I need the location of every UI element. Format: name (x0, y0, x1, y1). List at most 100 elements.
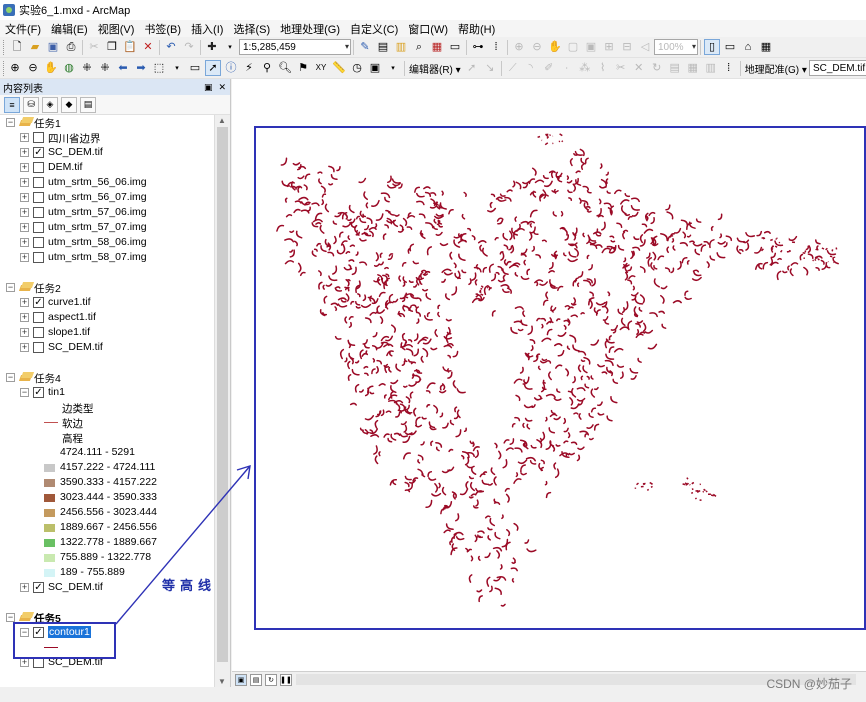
layer-name[interactable]: utm_srtm_58_07.img (48, 251, 147, 263)
layer-name[interactable]: DEM.tif (48, 161, 82, 173)
delete-icon[interactable]: ✕ (140, 39, 156, 55)
expand-icon[interactable]: + (20, 163, 29, 172)
collapse-icon[interactable]: − (6, 118, 15, 127)
menu-file[interactable]: 文件(F) (0, 21, 46, 37)
new-document-icon[interactable]: 🗋 (9, 39, 25, 55)
toc-layer-row[interactable]: − ✓ tin1 (0, 385, 214, 400)
expand-icon[interactable]: + (20, 223, 29, 232)
toc-layer-row[interactable]: + utm_srtm_57_07.img (0, 220, 214, 235)
expand-icon[interactable]: + (20, 133, 29, 142)
layer-name[interactable]: utm_srtm_56_07.img (48, 191, 147, 203)
group-name[interactable]: 任务2 (34, 281, 61, 296)
layer-visibility-checkbox[interactable] (33, 327, 44, 338)
split-icon[interactable]: ✕ (631, 60, 647, 76)
layer-visibility-checkbox[interactable] (33, 207, 44, 218)
select-features-icon[interactable]: ⬚ (151, 60, 167, 76)
collapse-icon[interactable]: − (6, 373, 15, 382)
attributes-icon[interactable]: ▤ (667, 60, 683, 76)
go-forward-icon[interactable]: ➡ (133, 60, 149, 76)
identify-icon[interactable]: ⓘ (223, 60, 239, 76)
toc-layer-row[interactable]: + slope1.tif (0, 325, 214, 340)
menu-help[interactable]: 帮助(H) (453, 21, 500, 37)
time-slider-icon[interactable]: ◷ (349, 60, 365, 76)
go-to-xy-icon[interactable]: XY (313, 60, 329, 76)
menu-view[interactable]: 视图(V) (93, 21, 140, 37)
toc-layer-row[interactable]: + 四川省边界 (0, 130, 214, 145)
toolbar-grip[interactable] (3, 60, 4, 76)
point-icon[interactable]: ∙ (559, 60, 575, 76)
trace-icon[interactable]: ✐ (541, 60, 557, 76)
html-popup-icon[interactable]: ⚡ (241, 60, 257, 76)
layer-name[interactable]: utm_srtm_58_06.img (48, 236, 147, 248)
layer-visibility-checkbox[interactable] (33, 342, 44, 353)
layer-visibility-checkbox[interactable] (33, 132, 44, 143)
toc-layer-row[interactable]: + SC_DEM.tif (0, 340, 214, 355)
end-point-arc-icon[interactable]: ◝ (523, 60, 539, 76)
hyperlink-icon[interactable]: ⚲ (259, 60, 275, 76)
toolbar-options-icon[interactable]: ⁞ (488, 39, 504, 55)
dropdown-arrow-icon[interactable]: ▾ (169, 60, 185, 76)
pan-icon[interactable]: ✋ (43, 60, 59, 76)
expand-icon[interactable]: + (20, 208, 29, 217)
change-layout-icon[interactable]: ⌂ (740, 39, 756, 55)
layer-visibility-checkbox[interactable] (33, 192, 44, 203)
reshape-icon[interactable]: ⌇ (595, 60, 611, 76)
toc-layer-row[interactable]: + DEM.tif (0, 160, 214, 175)
search-window-icon[interactable]: ⌕ (411, 39, 427, 55)
menu-customize[interactable]: 自定义(C) (345, 21, 403, 37)
toc-scrollbar[interactable]: ▲ ▼ (214, 115, 230, 687)
edit-vertices-icon[interactable]: ⁂ (577, 60, 593, 76)
toc-layer-row[interactable]: + utm_srtm_57_06.img (0, 205, 214, 220)
add-data-icon[interactable]: ✚ (204, 39, 220, 55)
layout-zoom-in-icon[interactable]: ⊕ (511, 39, 527, 55)
layer-name[interactable]: utm_srtm_57_07.img (48, 221, 147, 233)
list-by-selection-icon[interactable]: ◆ (61, 96, 77, 113)
cut-icon[interactable]: ✂ (86, 39, 102, 55)
fixed-zoom-in-map-icon[interactable]: ⁜ (79, 60, 95, 76)
open-folder-icon[interactable]: ▰ (27, 39, 43, 55)
layer-visibility-checkbox[interactable]: ✓ (33, 387, 44, 398)
find-icon[interactable]: 🔍︎ (277, 60, 293, 76)
collapse-icon[interactable]: − (20, 388, 29, 397)
scroll-thumb[interactable] (217, 127, 228, 662)
straight-segment-icon[interactable]: ⟋ (505, 60, 521, 76)
layer-visibility-checkbox[interactable]: ✓ (33, 147, 44, 158)
pause-drawing-icon[interactable]: ❚❚ (280, 673, 292, 686)
layer-name[interactable]: curve1.tif (48, 296, 91, 308)
list-by-visibility-icon[interactable]: ◈ (42, 96, 58, 113)
layer-visibility-checkbox[interactable] (33, 312, 44, 323)
toggle-draft-mode-icon[interactable]: ▯ (704, 39, 720, 55)
group-name[interactable]: 任务1 (34, 116, 61, 131)
expand-icon[interactable]: + (20, 298, 29, 307)
expand-icon[interactable]: + (20, 343, 29, 352)
toc-group-row[interactable]: − 任务1 (0, 115, 214, 130)
data-frame-border[interactable] (254, 126, 866, 630)
expand-icon[interactable]: + (20, 148, 29, 157)
create-features-icon[interactable]: ▥ (703, 60, 719, 76)
zoom-out-icon[interactable]: ⊖ (25, 60, 41, 76)
paste-icon[interactable]: 📋 (122, 39, 138, 55)
fixed-zoom-out-icon[interactable]: ⊟ (619, 39, 635, 55)
catalog-window-icon[interactable]: ▥ (393, 39, 409, 55)
layer-name[interactable]: slope1.tif (48, 326, 90, 338)
modelbuilder-icon[interactable]: ⊶ (470, 39, 486, 55)
measure-icon[interactable]: 📏 (331, 60, 347, 76)
refresh-icon[interactable]: ↻ (265, 673, 277, 686)
toc-options-icon[interactable]: ▤ (80, 96, 96, 113)
menu-windows[interactable]: 窗口(W) (403, 21, 453, 37)
full-extent-icon[interactable]: ◍ (61, 60, 77, 76)
copy-icon[interactable]: ❐ (104, 39, 120, 55)
pin-icon[interactable]: ▣ (204, 82, 213, 93)
expand-icon[interactable]: + (20, 238, 29, 247)
layer-visibility-checkbox[interactable]: ✓ (33, 297, 44, 308)
layout-zoom-out-icon[interactable]: ⊖ (529, 39, 545, 55)
layer-visibility-checkbox[interactable] (33, 162, 44, 173)
python-window-icon[interactable]: ▭ (447, 39, 463, 55)
toc-group-row[interactable]: − 任务2 (0, 280, 214, 295)
toc-layer-row[interactable]: + utm_srtm_56_06.img (0, 175, 214, 190)
edit-tool-icon[interactable]: ➚ (464, 60, 480, 76)
editor-menu[interactable]: 编辑器(R) ▾ (407, 61, 463, 76)
go-back-icon[interactable]: ⬅ (115, 60, 131, 76)
data-view-button[interactable]: ▤ (250, 673, 262, 686)
expand-icon[interactable]: + (20, 253, 29, 262)
